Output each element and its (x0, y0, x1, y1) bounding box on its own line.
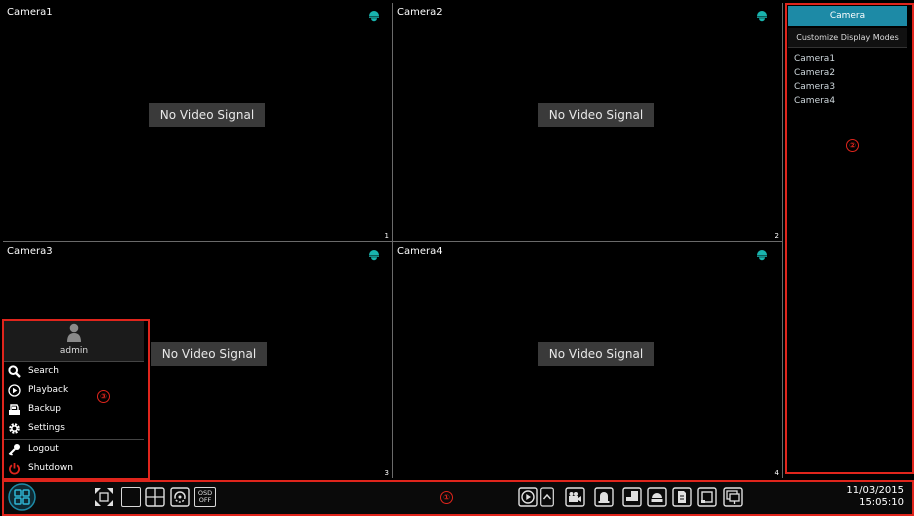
quad-screen-layout-button[interactable] (145, 487, 165, 507)
username-label: admin (59, 346, 89, 356)
camera-title: Camera4 (397, 246, 443, 257)
shutdown-icon (9, 463, 20, 475)
channel-number: 4 (774, 469, 779, 477)
camera-view-4[interactable]: Camera4 No Video Signal 4 (393, 242, 782, 478)
menu-item-settings[interactable]: Settings (4, 419, 144, 438)
dome-camera-icon (369, 11, 379, 22)
camera-list-item[interactable]: Camera1 (794, 54, 835, 64)
playback-icon (8, 384, 21, 397)
no-video-signal-label: No Video Signal (538, 103, 654, 127)
menu-item-shutdown[interactable]: Shutdown (4, 459, 144, 478)
camera-list-panel: Camera Customize Display Modes Camera1 C… (785, 3, 914, 474)
camera-view-1[interactable]: Camera1 No Video Signal 1 (3, 3, 392, 241)
menu-label: Settings (28, 423, 65, 433)
no-video-signal-label: No Video Signal (538, 342, 654, 366)
backup-icon (9, 404, 20, 415)
user-section: admin (4, 321, 144, 361)
tab-camera[interactable]: Camera (788, 6, 907, 26)
osd-toggle-button[interactable]: OSD OFF (194, 487, 216, 507)
callout-marker-3: ③ (97, 390, 110, 403)
channel-number: 1 (384, 232, 389, 240)
dome-camera-icon[interactable] (647, 487, 667, 507)
menu-label: Backup (28, 404, 61, 414)
logout-icon (8, 444, 20, 456)
callout-marker-2: ② (846, 139, 859, 152)
customize-display-modes-tab[interactable]: Customize Display Modes (788, 28, 907, 48)
camera-title: Camera3 (7, 246, 53, 257)
camera-title: Camera2 (397, 7, 443, 18)
menu-item-playback[interactable]: Playback (4, 381, 144, 400)
fullscreen-icon[interactable] (94, 487, 114, 507)
menu-item-backup[interactable]: Backup (4, 400, 144, 419)
grid-divider-horizontal (3, 241, 782, 242)
start-menu: admin Search Playback Backup Settings Lo… (2, 319, 150, 480)
channel-number: 2 (774, 232, 779, 240)
start-menu-button[interactable] (8, 483, 36, 511)
ptz-icon[interactable] (622, 487, 642, 507)
camera-view-2[interactable]: Camera2 No Video Signal 2 (393, 3, 782, 241)
camera-title: Camera1 (7, 7, 53, 18)
menu-label: Playback (28, 385, 69, 395)
output-switch-icon[interactable] (723, 487, 743, 507)
no-video-signal-label: No Video Signal (151, 342, 267, 366)
time-label: 15:05:10 (859, 497, 904, 508)
single-screen-layout-button[interactable] (121, 487, 141, 507)
callout-marker-1: ① (440, 491, 453, 504)
playback-icon[interactable] (518, 487, 538, 507)
record-icon[interactable] (565, 487, 585, 507)
menu-item-search[interactable]: Search (4, 362, 144, 381)
camera-list-item[interactable]: Camera2 (794, 68, 835, 78)
menu-label: Search (28, 366, 59, 376)
bottom-toolbar: OSD OFF ① 11/03/2015 15:05:10 (2, 480, 914, 516)
camera-list-item[interactable]: Camera3 (794, 82, 835, 92)
grid-divider-right (782, 3, 783, 478)
snapshot-icon[interactable] (672, 487, 692, 507)
user-avatar-icon (67, 323, 81, 342)
search-icon (8, 365, 21, 378)
no-video-signal-label: No Video Signal (149, 103, 265, 127)
dome-camera-icon (369, 250, 379, 261)
dome-camera-icon (757, 250, 767, 261)
menu-item-logout[interactable]: Logout (4, 440, 144, 459)
chevron-up-icon[interactable] (540, 487, 554, 507)
settings-icon (9, 423, 20, 434)
dome-camera-icon (757, 11, 767, 22)
date-label: 11/03/2015 (846, 485, 904, 496)
camera-list-item[interactable]: Camera4 (794, 96, 835, 106)
alarm-icon[interactable] (594, 487, 614, 507)
channel-number: 3 (384, 469, 389, 477)
osd-state: OFF (198, 496, 212, 504)
menu-label: Logout (28, 444, 59, 454)
sequence-view-icon[interactable] (170, 487, 190, 507)
menu-label: Shutdown (28, 463, 73, 473)
date-time-display: 11/03/2015 15:05:10 (846, 485, 904, 509)
two-way-audio-icon[interactable] (697, 487, 717, 507)
